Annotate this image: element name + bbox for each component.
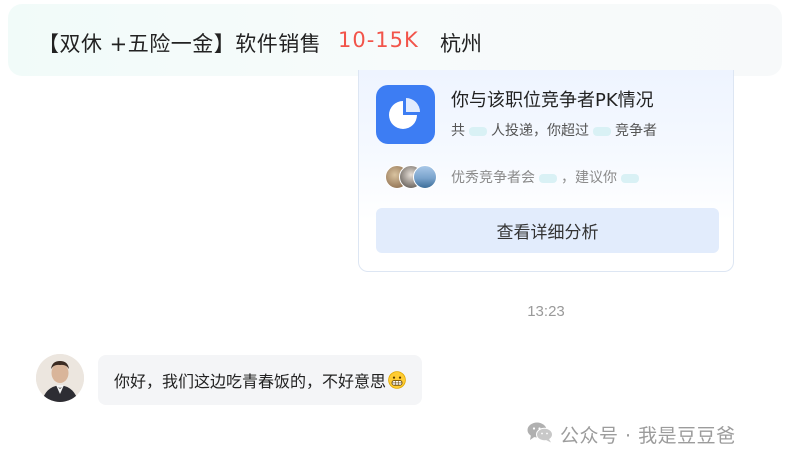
pk-stats: 共 人投递，你超过 竞争者	[451, 120, 657, 140]
competitor-avatars	[385, 165, 443, 189]
hidden-count-blur	[469, 126, 487, 136]
job-header[interactable]: 【双休 +五险一金】软件销售 10-15K 杭州	[8, 4, 782, 76]
advice-prefix: 优秀竞争者会	[451, 170, 535, 186]
message-timestamp: 13:23	[527, 303, 565, 320]
recruiter-avatar[interactable]	[36, 354, 84, 402]
pie-chart-icon	[376, 85, 435, 144]
message-text: 你好，我们这边吃青春饭的，不好意思	[114, 372, 387, 391]
watermark-text: 公众号 · 我是豆豆爸	[560, 424, 736, 447]
competitor-avatar	[413, 165, 437, 189]
job-salary: 10-15K	[338, 28, 419, 52]
stats-applied-text: 人投递，你超过	[491, 123, 589, 139]
advice-middle: ，建议你	[561, 170, 617, 186]
wechat-icon	[526, 421, 560, 447]
stats-competitor-text: 竞争者	[615, 123, 657, 139]
competitor-pk-card: 你与该职位竞争者PK情况 共 人投递，你超过 竞争者 优秀竞争者会 ，建议你 查看详细…	[358, 70, 734, 272]
pk-title: 你与该职位竞争者PK情况	[451, 90, 654, 111]
view-analysis-button[interactable]: 查看详细分析	[376, 208, 719, 253]
chat-page: 【双休 +五险一金】软件销售 10-15K 杭州 你与该职位竞争者PK情况 共 人…	[0, 0, 790, 465]
hidden-percent-blur	[593, 126, 611, 136]
hidden-value-blur	[621, 173, 639, 183]
pk-advice: 优秀竞争者会 ，建议你	[451, 167, 643, 187]
stats-prefix: 共	[451, 123, 465, 139]
hidden-value-blur	[539, 173, 557, 183]
grimacing-emoji-icon	[388, 371, 406, 389]
watermark: 公众号 · 我是豆豆爸	[526, 421, 736, 447]
job-title: 【双休 +五险一金】软件销售	[38, 32, 322, 56]
job-city: 杭州	[440, 32, 482, 56]
message-bubble[interactable]: 你好，我们这边吃青春饭的，不好意思	[98, 355, 423, 405]
